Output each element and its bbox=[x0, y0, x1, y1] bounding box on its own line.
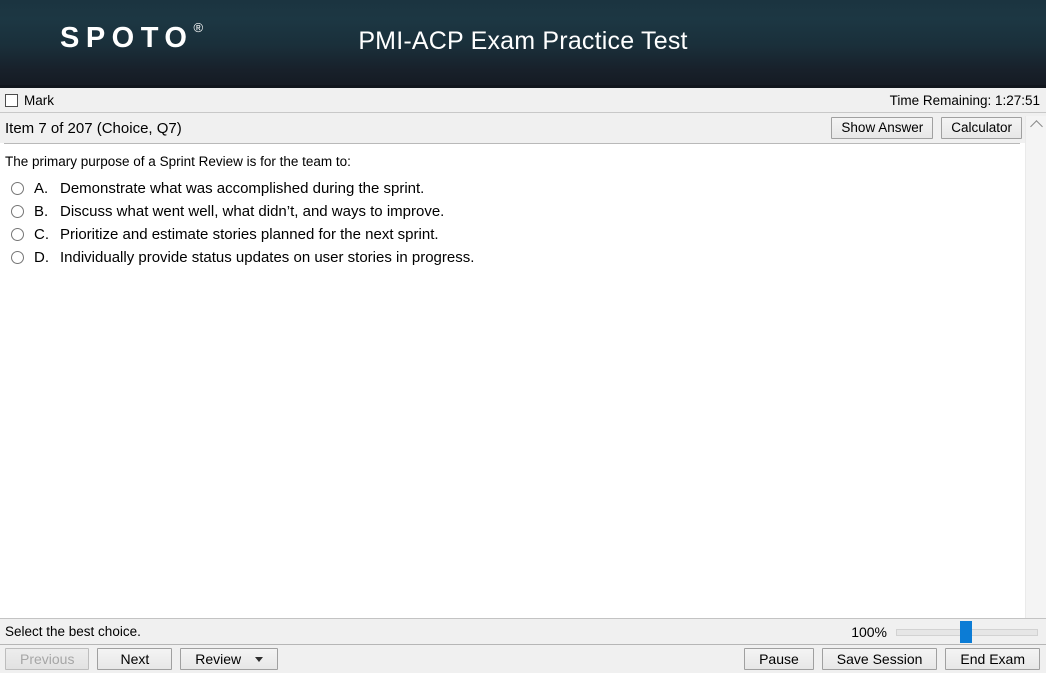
answer-option-b[interactable]: B. Discuss what went well, what didn’t, … bbox=[5, 201, 1046, 221]
question-content-area: The primary purpose of a Sprint Review i… bbox=[0, 144, 1046, 618]
zoom-slider[interactable] bbox=[896, 620, 1038, 643]
option-text-b: Discuss what went well, what didn’t, and… bbox=[60, 202, 445, 220]
mark-checkbox-icon[interactable] bbox=[5, 93, 18, 107]
radio-button-icon-a[interactable] bbox=[11, 181, 24, 195]
option-letter-b: B. bbox=[34, 202, 49, 220]
app-header-banner: SPOTO® PMI-ACP Exam Practice Test bbox=[0, 0, 1046, 88]
answer-option-d[interactable]: D. Individually provide status updates o… bbox=[5, 247, 1046, 267]
content-vertical-scrollbar[interactable] bbox=[1025, 116, 1046, 618]
navigation-toolbar: Previous Next Review Pause Save Session … bbox=[0, 645, 1046, 673]
option-text-d: Individually provide status updates on u… bbox=[60, 248, 475, 266]
answer-option-c[interactable]: C. Prioritize and estimate stories plann… bbox=[5, 224, 1046, 244]
chevron-up-icon bbox=[1029, 119, 1043, 133]
scrollbar-track[interactable] bbox=[1026, 133, 1046, 618]
mark-and-timer-bar: Mark Time Remaining: 1:27:51 bbox=[0, 88, 1046, 113]
answer-options-list: A. Demonstrate what was accomplished dur… bbox=[5, 178, 1046, 267]
mark-question-toggle[interactable]: Mark bbox=[5, 93, 54, 108]
option-text-a: Demonstrate what was accomplished during… bbox=[60, 179, 425, 197]
option-text-c: Prioritize and estimate stories planned … bbox=[60, 225, 439, 243]
item-header-bar: Item 7 of 207 (Choice, Q7) Show Answer C… bbox=[0, 113, 1046, 143]
previous-button[interactable]: Previous bbox=[5, 648, 90, 670]
option-letter-c: C. bbox=[34, 225, 49, 243]
show-answer-button[interactable]: Show Answer bbox=[831, 117, 934, 139]
review-button-label: Review bbox=[195, 651, 242, 667]
calculator-button[interactable]: Calculator bbox=[941, 117, 1022, 139]
review-menu-button[interactable]: Review bbox=[180, 648, 279, 670]
item-actions: Show Answer Calculator bbox=[831, 117, 1022, 139]
next-button[interactable]: Next bbox=[97, 648, 173, 670]
question-stem: The primary purpose of a Sprint Review i… bbox=[5, 154, 351, 169]
answer-option-a[interactable]: A. Demonstrate what was accomplished dur… bbox=[5, 178, 1046, 198]
exam-application-window: SPOTO® PMI-ACP Exam Practice Test Mark T… bbox=[0, 0, 1046, 673]
banner-bottom-edge bbox=[0, 85, 1046, 88]
option-letter-a: A. bbox=[34, 179, 49, 197]
status-message: Select the best choice. bbox=[5, 624, 141, 639]
zoom-slider-thumb[interactable] bbox=[960, 620, 972, 643]
save-session-button[interactable]: Save Session bbox=[821, 648, 938, 670]
scroll-up-button[interactable] bbox=[1026, 116, 1046, 133]
radio-button-icon-c[interactable] bbox=[11, 227, 24, 241]
item-counter-label: Item 7 of 207 (Choice, Q7) bbox=[5, 119, 182, 137]
exam-title: PMI-ACP Exam Practice Test bbox=[358, 27, 688, 55]
radio-button-icon-d[interactable] bbox=[11, 250, 24, 264]
zoom-control: 100% bbox=[851, 620, 1038, 643]
status-bar: Select the best choice. 100% bbox=[0, 618, 1046, 645]
navigation-buttons-right: Pause Save Session End Exam bbox=[744, 648, 1040, 670]
mark-label: Mark bbox=[24, 92, 54, 108]
pause-button[interactable]: Pause bbox=[744, 648, 814, 670]
chevron-down-icon bbox=[255, 656, 264, 662]
radio-button-icon-b[interactable] bbox=[11, 204, 24, 218]
time-remaining: Time Remaining: 1:27:51 bbox=[889, 92, 1040, 108]
end-exam-button[interactable]: End Exam bbox=[945, 648, 1040, 670]
navigation-buttons-left: Previous Next Review bbox=[5, 648, 279, 670]
option-letter-d: D. bbox=[34, 248, 49, 266]
zoom-percent-label: 100% bbox=[851, 623, 887, 640]
